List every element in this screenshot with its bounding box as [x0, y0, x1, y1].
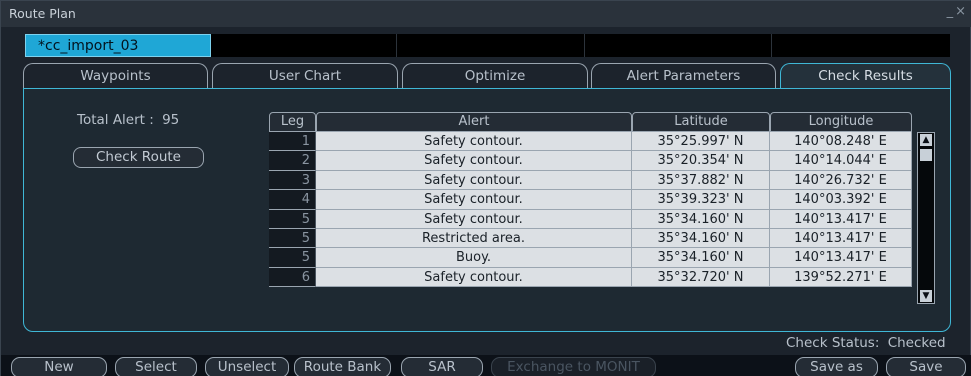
route-slot-empty[interactable]: [397, 34, 585, 57]
cell-leg: 6: [269, 267, 316, 288]
route-slot-empty[interactable]: [585, 34, 772, 57]
table-header: Leg Alert Latitude Longitude: [269, 112, 912, 132]
cell-longitude: 140°08.248' E: [770, 132, 912, 152]
cell-alert: Restricted area.: [316, 228, 632, 249]
cell-alert: Buoy.: [316, 248, 632, 268]
sar-button[interactable]: SAR: [401, 357, 483, 376]
cell-latitude: 35°37.882' N: [632, 170, 770, 191]
title-bar: Route Plan _×: [1, 1, 971, 27]
route-slot-empty[interactable]: [772, 34, 950, 57]
column-header-alert[interactable]: Alert: [316, 112, 632, 132]
table-row[interactable]: 2 Safety contour. 35°20.354' N 140°14.04…: [269, 151, 912, 171]
check-status-value: Checked: [887, 335, 946, 351]
window-title: Route Plan: [9, 6, 76, 21]
table-row[interactable]: 1 Safety contour. 35°25.997' N 140°08.24…: [269, 132, 912, 152]
total-alert-label: Total Alert :: [77, 112, 154, 128]
cell-latitude: 35°25.997' N: [632, 132, 770, 152]
column-header-leg[interactable]: Leg: [269, 112, 316, 132]
cell-longitude: 140°13.417' E: [770, 248, 912, 268]
check-route-button[interactable]: Check Route: [73, 147, 204, 168]
cell-latitude: 35°32.720' N: [632, 267, 770, 288]
save-button[interactable]: Save: [886, 357, 966, 376]
scroll-thumb[interactable]: [920, 149, 932, 161]
route-slot-empty[interactable]: [211, 34, 397, 57]
cell-leg: 2: [269, 151, 316, 171]
cell-longitude: 139°52.271' E: [770, 267, 912, 288]
cell-longitude: 140°13.417' E: [770, 228, 912, 249]
table-scrollbar[interactable]: ▲ ▼: [917, 132, 935, 304]
route-bank-button[interactable]: Route Bank: [294, 357, 391, 376]
tab-waypoints[interactable]: Waypoints: [23, 63, 208, 89]
cell-latitude: 35°34.160' N: [632, 248, 770, 268]
cell-alert: Safety contour.: [316, 267, 632, 288]
scroll-down-icon[interactable]: ▼: [920, 290, 932, 302]
cell-latitude: 35°34.160' N: [632, 228, 770, 249]
table-row[interactable]: 3 Safety contour. 35°37.882' N 140°26.73…: [269, 170, 912, 191]
tab-bar: Waypoints User Chart Optimize Alert Para…: [23, 63, 951, 89]
cell-longitude: 140°14.044' E: [770, 151, 912, 171]
check-status-label: Check Status:: [786, 335, 880, 351]
alerts-table: Leg Alert Latitude Longitude 1 Safety co…: [269, 112, 912, 288]
total-alert: Total Alert : 95: [77, 112, 179, 128]
cell-leg: 5: [269, 248, 316, 268]
column-header-latitude[interactable]: Latitude: [632, 112, 770, 132]
table-row[interactable]: 5 Restricted area. 35°34.160' N 140°13.4…: [269, 228, 912, 249]
unselect-button[interactable]: Unselect: [205, 357, 289, 376]
scroll-up-icon[interactable]: ▲: [920, 134, 932, 146]
cell-latitude: 35°20.354' N: [632, 151, 770, 171]
tab-optimize[interactable]: Optimize: [402, 63, 588, 89]
cell-alert: Safety contour.: [316, 170, 632, 191]
route-plan-window: Route Plan _× *cc_import_03 Waypoints Us…: [0, 0, 971, 376]
cell-longitude: 140°26.732' E: [770, 170, 912, 191]
cell-longitude: 140°03.392' E: [770, 190, 912, 210]
cell-alert: Safety contour.: [316, 151, 632, 171]
new-button[interactable]: New: [11, 357, 107, 376]
cell-leg: 3: [269, 170, 316, 191]
cell-alert: Safety contour.: [316, 190, 632, 210]
cell-latitude: 35°39.323' N: [632, 190, 770, 210]
cell-latitude: 35°34.160' N: [632, 209, 770, 229]
cell-alert: Safety contour.: [316, 209, 632, 229]
tab-alert-parameters[interactable]: Alert Parameters: [591, 63, 776, 89]
cell-alert: Safety contour.: [316, 132, 632, 152]
select-button[interactable]: Select: [115, 357, 197, 376]
save-as-button[interactable]: Save as: [795, 357, 878, 376]
cell-leg: 5: [269, 228, 316, 249]
cell-leg: 5: [269, 209, 316, 229]
table-row[interactable]: 4 Safety contour. 35°39.323' N 140°03.39…: [269, 190, 912, 210]
exchange-to-monit-button[interactable]: Exchange to MONIT: [491, 357, 656, 376]
total-alert-value: 95: [162, 112, 180, 128]
check-status: Check Status: Checked: [786, 335, 946, 351]
tab-user-chart[interactable]: User Chart: [212, 63, 398, 89]
cell-longitude: 140°13.417' E: [770, 209, 912, 229]
cell-leg: 4: [269, 190, 316, 210]
tab-check-results[interactable]: Check Results: [780, 63, 951, 89]
table-row[interactable]: 5 Buoy. 35°34.160' N 140°13.417' E: [269, 248, 912, 268]
table-row[interactable]: 5 Safety contour. 35°34.160' N 140°13.41…: [269, 209, 912, 229]
route-strip: *cc_import_03: [25, 34, 950, 57]
column-header-longitude[interactable]: Longitude: [770, 112, 912, 132]
cell-leg: 1: [269, 132, 316, 152]
window-controls-icon[interactable]: _×: [947, 4, 968, 19]
route-slot-active[interactable]: *cc_import_03: [25, 34, 211, 57]
table-row[interactable]: 6 Safety contour. 35°32.720' N 139°52.27…: [269, 267, 912, 288]
